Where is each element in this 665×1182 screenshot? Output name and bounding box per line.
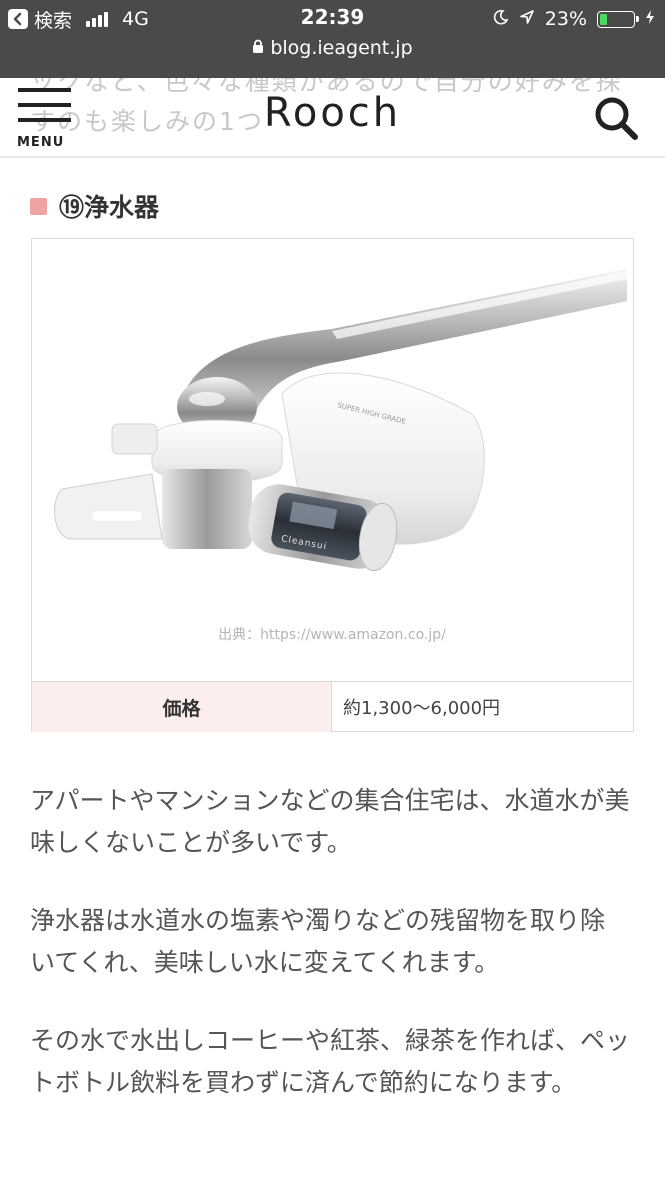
status-bar: 検索 4G 22:39 23% blog.ieagent.jp	[0, 0, 665, 78]
image-source-caption: 出典：https://www.amazon.co.jp/	[218, 627, 446, 643]
price-label: 価格	[32, 682, 332, 732]
heading-text: ⑲浄水器	[59, 193, 160, 222]
search-button[interactable]	[593, 95, 639, 141]
price-table-row: 価格 約1,300〜6,000円	[32, 681, 632, 732]
url-bar[interactable]: blog.ieagent.jp	[0, 35, 665, 61]
status-bar-right: 23%	[493, 7, 655, 31]
article-body: アパートやマンションなどの集合住宅は、水道水が美味しくないことが多いです。 浄水…	[30, 780, 630, 1140]
battery-percent: 23%	[544, 8, 587, 30]
url-text[interactable]: blog.ieagent.jp	[270, 37, 412, 59]
price-value: 約1,300〜6,000円	[343, 698, 501, 719]
section-heading: ⑲浄水器	[30, 188, 159, 224]
charging-bolt-icon	[645, 8, 655, 30]
search-icon	[595, 97, 638, 140]
product-card: SUPER HIGH GRADE Cleansui 出典：https://www…	[31, 238, 634, 732]
moon-icon	[493, 8, 509, 30]
site-header: ックなど、色々な種類があるので自分の好みを探 すのも楽しみの1つ MENU Ro…	[0, 78, 665, 158]
site-logo[interactable]: Rooch	[0, 90, 665, 136]
menu-label: MENU	[17, 135, 65, 150]
lock-icon	[252, 37, 264, 59]
heading-marker-icon	[30, 197, 47, 215]
paragraph-2: 浄水器は水道水の塩素や濁りなどの残留物を取り除いてくれ、美味しい水に変えてくれま…	[30, 906, 606, 977]
location-arrow-icon	[519, 8, 535, 30]
battery-icon	[597, 10, 639, 28]
paragraph-1: アパートやマンションなどの集合住宅は、水道水が美味しくないことが多いです。	[30, 786, 630, 857]
water-purifier-image: SUPER HIGH GRADE Cleansui	[32, 239, 632, 681]
paragraph-3: その水で水出しコーヒーや紅茶、緑茶を作れば、ペットボトル飲料を買わずに済んで節約…	[30, 1026, 631, 1097]
